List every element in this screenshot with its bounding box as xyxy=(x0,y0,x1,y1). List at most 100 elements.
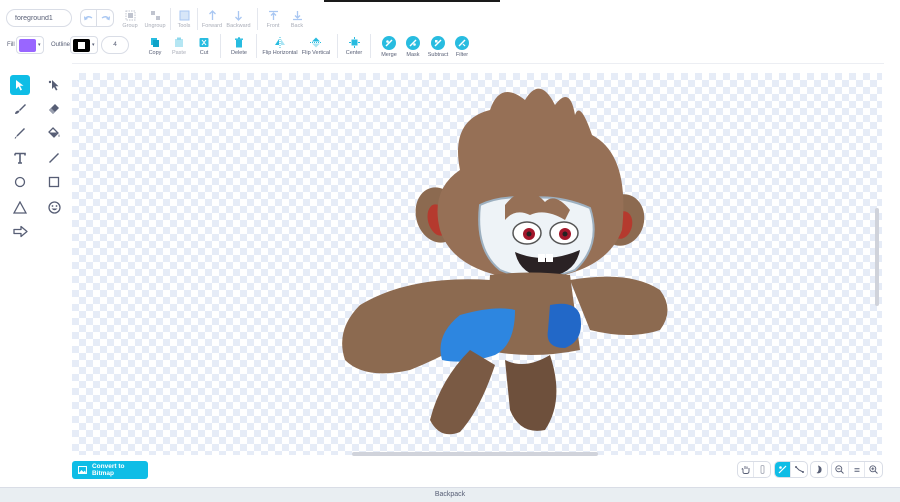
merge-button[interactable]: Merge xyxy=(379,36,399,58)
triangle-icon xyxy=(13,200,27,214)
outline-width-input[interactable]: 4 xyxy=(101,36,129,54)
flip-horizontal-button[interactable]: Flip Horizontal xyxy=(262,36,298,56)
cut-icon xyxy=(199,37,209,47)
redo-icon xyxy=(101,15,110,20)
tools-icon xyxy=(179,10,189,20)
toolbar-divider xyxy=(72,63,884,64)
convert-to-bitmap-button[interactable]: Convert to Bitmap xyxy=(72,461,148,479)
reshape-tool[interactable] xyxy=(44,75,64,95)
brush-tool[interactable] xyxy=(10,99,30,119)
delete-button[interactable]: Delete xyxy=(229,36,249,56)
separator xyxy=(370,34,371,58)
undo-button[interactable] xyxy=(80,9,97,27)
moon-icon xyxy=(816,465,822,474)
dark-mode-button[interactable] xyxy=(811,462,827,477)
character-drawing[interactable] xyxy=(330,80,680,440)
undo-redo-group xyxy=(80,9,114,27)
separator xyxy=(197,8,198,30)
outline-color-swatch xyxy=(73,38,90,52)
brush-icon xyxy=(15,104,26,114)
back-label: Back xyxy=(290,23,304,29)
circle-tool[interactable] xyxy=(10,172,30,192)
group-button[interactable]: Group xyxy=(120,9,140,29)
eraser-tool[interactable] xyxy=(44,99,64,119)
bitmap-mode-button[interactable] xyxy=(791,462,807,477)
outline-color-picker[interactable]: ▾ xyxy=(70,36,98,54)
emoji-icon xyxy=(47,200,61,214)
cut-label: Cut xyxy=(199,50,209,56)
equals-icon xyxy=(854,467,860,472)
mask-label: Mask xyxy=(406,52,420,58)
zoom-group xyxy=(831,461,883,478)
filter-label: Filter xyxy=(455,52,469,58)
mask-button[interactable]: Mask xyxy=(403,36,423,58)
chevron-down-icon: ▾ xyxy=(38,42,41,48)
vector-mode-button[interactable] xyxy=(775,462,792,477)
bitmap-icon xyxy=(78,466,87,474)
rectangle-tool[interactable] xyxy=(44,172,64,192)
front-label: Front xyxy=(266,23,280,29)
subtract-icon xyxy=(431,36,445,50)
forward-label: Forward xyxy=(201,23,223,29)
select-tool[interactable] xyxy=(10,75,30,95)
line-tool[interactable] xyxy=(44,148,64,168)
top-strip xyxy=(324,0,500,2)
paste-button[interactable]: Paste xyxy=(170,36,188,56)
cursor-icon xyxy=(16,80,24,91)
center-button[interactable]: Center xyxy=(344,36,364,56)
flip-vertical-label: Flip Vertical xyxy=(301,50,331,56)
copy-button[interactable]: Copy xyxy=(146,36,164,56)
flip-vertical-button[interactable]: Flip Vertical xyxy=(301,36,331,56)
triangle-tool[interactable] xyxy=(10,197,30,217)
redo-button[interactable] xyxy=(97,9,114,27)
fill-tool[interactable] xyxy=(44,123,64,143)
horizontal-scrollbar[interactable] xyxy=(352,452,598,456)
ungroup-label: Ungroup xyxy=(144,23,166,29)
pipe-icon xyxy=(760,465,765,474)
vertical-scrollbar[interactable] xyxy=(875,208,879,306)
zoom-reset-button[interactable] xyxy=(849,462,866,477)
group-label: Group xyxy=(122,23,138,29)
sound-button[interactable] xyxy=(754,462,770,477)
eraser-icon xyxy=(49,104,59,114)
ungroup-button[interactable]: Ungroup xyxy=(143,9,167,29)
group-icon xyxy=(125,10,135,20)
backpack-bar[interactable]: Backpack xyxy=(0,487,900,502)
paste-label: Paste xyxy=(171,50,187,56)
back-button[interactable]: Back xyxy=(287,9,307,29)
mask-icon xyxy=(406,36,420,50)
center-icon xyxy=(348,36,360,48)
text-tool[interactable] xyxy=(10,148,30,168)
outline-label: Outline xyxy=(51,42,71,48)
front-button[interactable]: Front xyxy=(263,9,283,29)
zoom-out-button[interactable] xyxy=(832,462,849,477)
fill-color-picker[interactable]: ▾ xyxy=(16,36,44,54)
hand-icon xyxy=(741,466,750,474)
paste-icon xyxy=(175,37,183,47)
front-icon xyxy=(268,10,278,20)
fill-label: Fill xyxy=(7,42,15,48)
hand-tool-button[interactable] xyxy=(738,462,755,477)
separator xyxy=(337,34,338,58)
cut-button[interactable]: Cut xyxy=(195,36,213,56)
text-icon xyxy=(14,152,26,164)
flip-horizontal-icon xyxy=(275,36,285,48)
subtract-button[interactable]: Subtract xyxy=(426,36,450,58)
arrow-tool[interactable] xyxy=(10,221,30,241)
arrow-right-icon xyxy=(12,225,28,237)
forward-button[interactable]: Forward xyxy=(201,9,223,29)
zoom-in-button[interactable] xyxy=(865,462,882,477)
ungroup-icon xyxy=(150,10,160,20)
scatter-icon xyxy=(794,466,804,473)
rectangle-icon xyxy=(48,176,60,188)
vector-icon xyxy=(778,465,787,474)
emoji-tool[interactable] xyxy=(44,197,64,217)
costume-name-input[interactable] xyxy=(6,9,72,27)
pen-tool[interactable] xyxy=(10,123,30,143)
backward-button[interactable]: Backward xyxy=(226,9,251,29)
filter-button[interactable]: Filter xyxy=(452,36,472,58)
paint-bucket-icon xyxy=(48,127,60,138)
separator xyxy=(170,8,171,30)
modes-group-1 xyxy=(737,461,771,478)
tools-button[interactable]: Tools xyxy=(174,9,194,29)
